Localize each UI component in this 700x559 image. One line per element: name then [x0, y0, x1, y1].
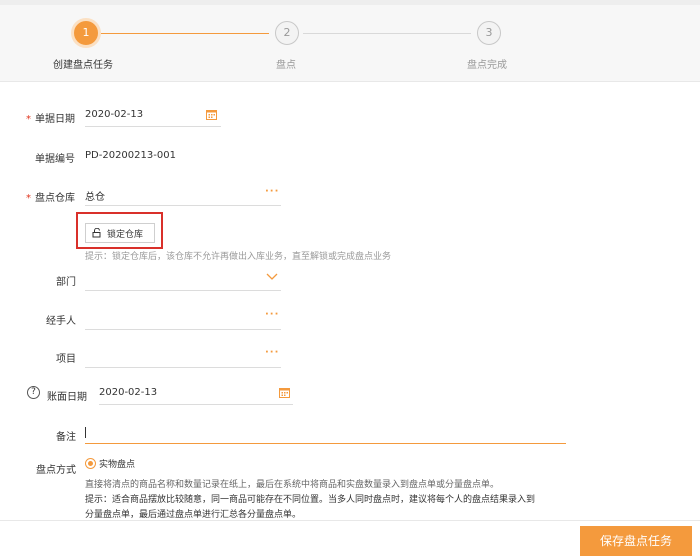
warehouse-field[interactable]: 总仓 [85, 188, 105, 203]
chevron-down-icon[interactable] [266, 273, 278, 281]
warehouse-label: * 盘点仓库 [26, 193, 75, 204]
method-tip: 提示：适合商品摆放比较随意，同一商品可能存在不同位置。当多人同时盘点时，建议将每… [85, 495, 536, 505]
handler-field[interactable] [85, 311, 255, 327]
calendar-icon[interactable] [206, 109, 217, 120]
help-icon[interactable]: ? [27, 386, 40, 399]
step-1-circle: 1 [74, 21, 98, 45]
required-mark: * [26, 193, 31, 204]
account-date-field[interactable]: 2020-02-13 [99, 387, 157, 398]
lock-warehouse-button[interactable]: 锁定仓库 [85, 223, 155, 243]
calendar-icon[interactable] [279, 387, 290, 398]
remark-label: 备注 [56, 432, 76, 443]
method-tip-cont: 分量盘点单，最后通过盘点单进行汇总各分量盘点单。 [85, 510, 302, 520]
handler-label: 经手人 [46, 316, 76, 327]
method-label: 盘点方式 [36, 465, 76, 476]
text-cursor [85, 427, 86, 438]
project-label: 项目 [56, 354, 76, 365]
project-field[interactable] [85, 349, 255, 365]
doc-no-label: 单据编号 [35, 154, 75, 165]
step-3-circle: 3 [477, 21, 501, 45]
step-connector-1 [101, 33, 269, 34]
step-3-label: 盘点完成 [467, 60, 507, 71]
doc-date-underline [85, 126, 221, 127]
project-underline [85, 367, 281, 368]
department-label: 部门 [56, 277, 76, 288]
method-option-label[interactable]: 实物盘点 [99, 457, 135, 470]
department-underline [85, 290, 281, 291]
lock-warehouse-label: 锁定仓库 [107, 229, 144, 240]
project-more-icon[interactable]: ··· [265, 347, 279, 358]
doc-date-label: * 单据日期 [26, 114, 75, 125]
save-task-button[interactable]: 保存盘点任务 [580, 526, 692, 556]
handler-more-icon[interactable]: ··· [265, 309, 279, 320]
step-1-label: 创建盘点任务 [53, 60, 113, 71]
method-desc: 直接将清点的商品名称和数量记录在纸上，最后在系统中将商品和实盘数量录入到盘点单或… [85, 480, 500, 490]
account-date-underline [99, 404, 293, 405]
method-radio[interactable] [85, 458, 96, 469]
doc-no-value: PD-20200213-001 [85, 150, 176, 161]
account-date-label: 账面日期 [47, 392, 87, 403]
remark-input[interactable] [85, 426, 565, 442]
doc-date-field[interactable]: 2020-02-13 [85, 109, 143, 120]
handler-underline [85, 329, 281, 330]
department-select[interactable] [85, 272, 281, 288]
step-2-label: 盘点 [276, 60, 296, 71]
required-mark: * [26, 114, 31, 125]
lock-icon [92, 228, 101, 238]
warehouse-underline [85, 205, 281, 206]
step-connector-2 [303, 33, 471, 34]
lock-hint: 提示：锁定仓库后，该仓库不允许再做出入库业务，直至解锁或完成盘点业务 [85, 252, 392, 262]
step-2-circle: 2 [275, 21, 299, 45]
warehouse-more-icon[interactable]: ··· [265, 186, 279, 197]
remark-underline [85, 443, 566, 444]
